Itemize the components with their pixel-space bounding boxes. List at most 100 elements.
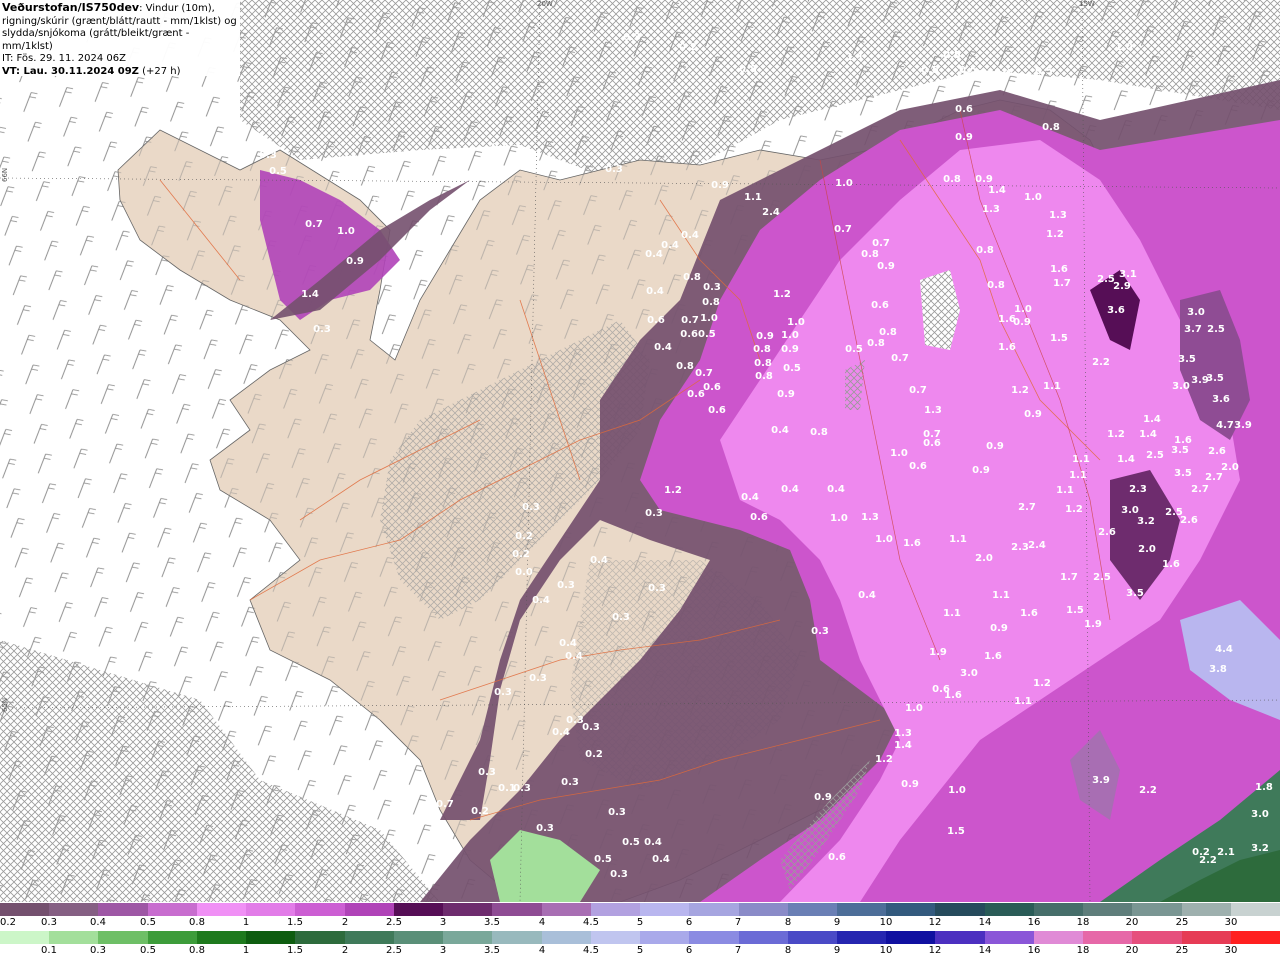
legend-swatch	[984, 931, 1034, 944]
precip-value-label: 2.6	[1208, 446, 1226, 457]
precip-value-label: 1.6	[1162, 559, 1180, 570]
legend-swatch	[984, 903, 1034, 916]
precip-value-label: 1.1	[1056, 485, 1074, 496]
legend-tick-label: 6	[685, 917, 693, 928]
legend-tick-label: 2.5	[386, 917, 402, 928]
precip-value-label: 1.3	[924, 405, 942, 416]
precip-value-label: 1.2	[773, 289, 791, 300]
precip-value-label: 0.9	[781, 344, 799, 355]
legend-tick-label: 3.5	[484, 945, 500, 956]
precip-value-label: 0.6	[687, 389, 705, 400]
legend-swatch	[196, 931, 247, 944]
precip-value-label: 0.6	[923, 438, 941, 449]
legend-tick-label: 2.5	[386, 945, 402, 956]
precip-value-label: 0.3	[529, 673, 547, 684]
precip-value-label: 1.5	[947, 826, 965, 837]
precip-value-label: 0.9	[877, 261, 895, 272]
legend-swatch	[590, 931, 641, 944]
lat-label-65n: 65N	[1, 698, 9, 712]
precip-value-label: 1.2	[1011, 385, 1029, 396]
precip-value-label: 1.3	[894, 728, 912, 739]
valid-time: VT: Lau. 30.11.2024 09Z	[2, 65, 139, 77]
precip-value-label: 2.1	[1217, 847, 1235, 858]
legend-swatch	[590, 903, 641, 916]
precip-value-label: 0.0	[515, 567, 533, 578]
legend-swatch	[689, 903, 739, 916]
legend-tick-label: 12	[928, 917, 942, 928]
legend-tick-label: 0.2	[0, 917, 16, 928]
precip-value-label: 0.3	[610, 869, 628, 880]
legend-tick-label: 8	[784, 945, 792, 956]
rain-legend-ticks: 0.1 0.3 0.5 0.8 1 1.5 2 2.5 3 3.5 4 4.5 5 6 7 8 9 10 12 14 1…	[0, 945, 1280, 959]
precip-value-label: 1.8	[1255, 782, 1273, 793]
precip-value-label: 0.7	[909, 385, 927, 396]
precip-value-label: 3.0	[1187, 307, 1205, 318]
legend-tick-label: 16	[1027, 917, 1041, 928]
precip-value-label: 0.3	[557, 580, 575, 591]
precip-value-label: 0.5	[1035, 66, 1053, 77]
precip-value-label: 1.1	[943, 608, 961, 619]
precip-value-label: 1.9	[929, 647, 947, 658]
precip-value-label: 1.4	[301, 289, 319, 300]
precip-value-label: 0.6	[647, 315, 665, 326]
legend-swatch	[147, 903, 197, 916]
legend-tick-label: 14	[978, 945, 992, 956]
legend-tick-label: 30	[1224, 917, 1238, 928]
legend-tick-label: 1.5	[287, 917, 303, 928]
precip-value-label: 1.6	[984, 651, 1002, 662]
precip-value-label: 0.9	[777, 389, 795, 400]
legend-swatch	[541, 931, 591, 944]
precip-value-label: 1.4	[1143, 414, 1161, 425]
legend-swatch	[393, 903, 444, 916]
precip-value-label: 1.0	[1024, 192, 1042, 203]
precip-value-label: 0.7	[305, 219, 323, 230]
precip-value-label: 0.3	[703, 282, 721, 293]
precip-value-label: 1.0	[830, 513, 848, 524]
precip-value-label: 1.0	[1014, 304, 1032, 315]
legend-tick-label: 7	[734, 917, 742, 928]
legend-tick-label: 7	[734, 945, 742, 956]
legend-swatch	[1083, 931, 1133, 944]
precip-value-label: 1.0	[337, 226, 355, 237]
precip-value-label: 1.6	[903, 538, 921, 549]
precip-value-label: 0.8	[861, 249, 879, 260]
precip-value-label: 0.4	[646, 286, 664, 297]
precip-value-label: 0.7	[436, 799, 454, 810]
precip-value-label: 0.8	[1042, 122, 1060, 133]
legend-tick-label: 3.5	[484, 917, 500, 928]
precip-value-label: 0.3	[623, 32, 641, 43]
precip-value-label: 0.4	[661, 240, 679, 251]
precip-value-label: 0.3	[612, 612, 630, 623]
precip-value-label: 0.2	[471, 806, 489, 817]
legend-tick-label: 8	[784, 917, 792, 928]
legend-tick-label: 0.1	[41, 945, 57, 956]
precip-value-label: 0.3	[648, 583, 666, 594]
precip-value-label: 0.2	[679, 42, 697, 53]
legend-swatch	[1181, 903, 1231, 916]
precip-value-label: 2.3	[1011, 542, 1029, 553]
precip-value-label: 3.5	[1178, 354, 1196, 365]
precip-value-label: 3.8	[1209, 664, 1227, 675]
precip-value-label: 0.9	[975, 174, 993, 185]
description-line-3: slydda/snjókoma (grátt/bleikt/grænt - mm…	[2, 28, 190, 52]
legend-swatch	[1132, 931, 1182, 944]
precip-value-label: 4.4	[1215, 644, 1233, 655]
precip-value-label: 1.4	[1139, 429, 1157, 440]
precip-value-label: 0.9	[972, 465, 990, 476]
precip-value-label: 1.5	[1066, 605, 1084, 616]
precip-value-label: 2.5	[1207, 324, 1225, 335]
precip-value-label: 3.9	[1191, 375, 1209, 386]
legend-tick-label: 25	[1175, 917, 1189, 928]
legend-swatch	[935, 931, 985, 944]
precip-value-label: 1.3	[1049, 210, 1067, 221]
legend-swatch	[1230, 931, 1280, 944]
precip-value-label: 1.7	[1053, 278, 1071, 289]
precip-value-label: 0.8	[976, 245, 994, 256]
precip-value-label: 0.5	[269, 166, 287, 177]
precip-value-label: 1.6	[944, 690, 962, 701]
precip-value-label: 1.7	[1060, 572, 1078, 583]
precip-value-label: 2.6	[1098, 527, 1116, 538]
precip-value-label: 0.4	[532, 595, 550, 606]
precip-value-label: 3.6	[1107, 305, 1125, 316]
precip-value-label: 1.0	[787, 317, 805, 328]
